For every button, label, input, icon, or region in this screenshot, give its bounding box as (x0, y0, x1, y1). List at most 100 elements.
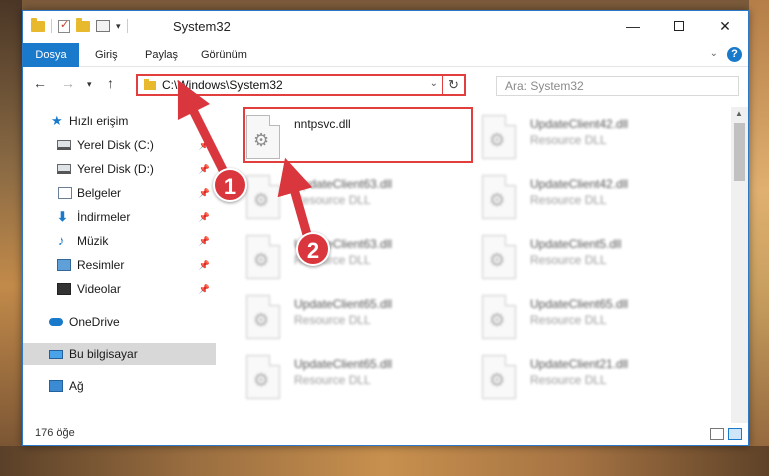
gear-icon: ⚙ (489, 310, 506, 330)
sidebar-item-downloads[interactable]: ⬇ İndirmeler 📌 (23, 206, 216, 228)
sidebar-item-music[interactable]: ♪ Müzik 📌 (23, 230, 216, 252)
sidebar-item-label: Yerel Disk (C:) (77, 138, 154, 152)
refresh-icon[interactable]: ↻ (442, 74, 464, 96)
sidebar-item-quick-access[interactable]: ★ Hızlı erişim (23, 110, 216, 132)
scroll-up-icon[interactable]: ▲ (735, 109, 743, 118)
dll-file-icon: ⚙ (246, 115, 280, 159)
help-icon[interactable]: ? (727, 47, 742, 62)
sidebar-item-label: Müzik (77, 234, 109, 248)
gear-icon: ⚙ (489, 190, 506, 210)
minimize-button[interactable]: — (610, 11, 656, 41)
file-tile[interactable]: ⚙ UpdateClient42.dll Resource DLL (468, 111, 688, 167)
address-dropdown-chevron-icon[interactable]: ⌄ (430, 78, 438, 89)
step-1-callout: 1 (213, 168, 247, 202)
dll-file-icon: ⚙ (482, 295, 516, 339)
maximize-button[interactable] (656, 11, 702, 41)
file-name: UpdateClient42.dll (530, 117, 629, 131)
file-tile[interactable]: ⚙ UpdateClient21.dll Resource DLL (468, 351, 688, 407)
forward-arrow-icon[interactable]: → (61, 75, 75, 91)
sidebar-item-videos[interactable]: Videolar 📌 (23, 278, 216, 300)
dll-file-icon: ⚙ (246, 355, 280, 399)
file-tile[interactable]: ⚙ UpdateClient63.dll Resource DLL (232, 171, 452, 227)
scrollbar-thumb[interactable] (734, 123, 745, 181)
downloads-icon: ⬇ (57, 209, 68, 224)
customize-toolbar-chevron-icon[interactable]: ▾ (116, 21, 121, 32)
address-bar[interactable]: C:\Windows\System32 ⌄ ↻ (136, 74, 466, 96)
file-tile[interactable]: ⚙ UpdateClient65.dll Resource DLL (232, 291, 452, 347)
desktop-background-bottom (0, 446, 769, 476)
drive-icon (57, 164, 71, 174)
file-explorer-window: ▾ System32 — ✕ Dosya Giriş Paylaş Görünü… (22, 10, 749, 446)
videos-icon (57, 283, 71, 295)
file-tile[interactable]: ⚙ UpdateClient65.dll Resource DLL (468, 291, 688, 347)
dll-file-icon: ⚙ (482, 355, 516, 399)
address-path[interactable]: C:\Windows\System32 (162, 78, 283, 92)
tab-home[interactable]: Giriş (83, 43, 130, 67)
step-2-callout: 2 (296, 232, 330, 266)
dll-file-icon: ⚙ (482, 175, 516, 219)
tab-share[interactable]: Paylaş (133, 43, 190, 67)
file-name: UpdateClient65.dll (530, 297, 629, 311)
expand-ribbon-chevron-icon[interactable]: ⌄ (710, 48, 718, 59)
up-arrow-icon[interactable]: ↑ (107, 75, 114, 91)
pictures-icon (57, 259, 71, 271)
sidebar-item-onedrive[interactable]: OneDrive (23, 311, 216, 333)
ribbon: Dosya Giriş Paylaş Görünüm ⌄ ? (23, 43, 748, 67)
file-name: UpdateClient21.dll (530, 357, 629, 371)
gear-icon: ⚙ (489, 250, 506, 270)
sidebar-item-local-disk-d[interactable]: Yerel Disk (D:) 📌 (23, 158, 216, 180)
search-placeholder: Ara: System32 (505, 79, 584, 93)
toolbar-divider (51, 19, 52, 33)
rename-icon[interactable] (96, 20, 110, 32)
pin-icon: 📌 (198, 283, 210, 294)
file-tile[interactable]: ⚙ UpdateClient5.dll Resource DLL (468, 231, 688, 287)
tab-file[interactable]: Dosya (23, 43, 79, 67)
pin-icon: 📌 (198, 259, 210, 270)
pin-icon: 📌 (198, 163, 210, 174)
item-count: 176 öğe (35, 427, 75, 439)
gear-icon: ⚙ (253, 190, 270, 210)
file-type: Resource DLL (530, 253, 607, 267)
folder-icon[interactable] (31, 17, 45, 32)
maximize-icon (674, 21, 684, 31)
file-name: UpdateClient65.dll (294, 357, 393, 371)
sidebar-item-label: OneDrive (69, 315, 120, 329)
close-button[interactable]: ✕ (702, 11, 748, 41)
drive-icon (57, 140, 71, 150)
file-type: Resource DLL (530, 313, 607, 327)
file-tile[interactable]: ⚙ UpdateClient63.dll Resource DLL (232, 231, 452, 287)
computer-icon (49, 349, 63, 359)
dll-file-icon: ⚙ (246, 235, 280, 279)
gear-icon: ⚙ (253, 370, 270, 390)
file-name: nntpsvc.dll (294, 117, 351, 131)
recent-locations-chevron-icon[interactable]: ▾ (87, 79, 92, 90)
pin-icon: 📌 (198, 139, 210, 150)
dll-file-icon: ⚙ (246, 175, 280, 219)
sidebar-item-label: Ağ (69, 379, 84, 393)
search-input[interactable]: Ara: System32 (496, 76, 739, 96)
vertical-scrollbar[interactable]: ▲ ▼ (731, 107, 748, 437)
file-tile[interactable]: ⚙ UpdateClient42.dll Resource DLL (468, 171, 688, 227)
sidebar-item-label: İndirmeler (77, 210, 131, 224)
large-icons-view-icon[interactable] (728, 428, 742, 440)
music-icon: ♪ (58, 233, 65, 248)
new-folder-icon[interactable] (76, 17, 90, 32)
properties-check-icon[interactable] (58, 18, 70, 33)
sidebar-item-label: Videolar (77, 282, 121, 296)
file-type: Resource DLL (530, 193, 607, 207)
pin-icon: 📌 (198, 187, 210, 198)
file-tile-nntpsvc[interactable]: ⚙ nntpsvc.dll (232, 111, 452, 167)
file-tile[interactable]: ⚙ UpdateClient65.dll Resource DLL (232, 351, 452, 407)
sidebar-item-local-disk-c[interactable]: Yerel Disk (C:) 📌 (23, 134, 216, 156)
window-title: System32 (173, 19, 231, 34)
file-name: UpdateClient42.dll (530, 177, 629, 191)
tab-view[interactable]: Görünüm (189, 43, 259, 67)
back-arrow-icon[interactable]: ← (33, 75, 47, 91)
sidebar-item-pictures[interactable]: Resimler 📌 (23, 254, 216, 276)
sidebar-item-documents[interactable]: Belgeler 📌 (23, 182, 216, 204)
file-type: Resource DLL (530, 373, 607, 387)
desktop-background-right (749, 0, 769, 476)
sidebar-item-this-pc[interactable]: Bu bilgisayar (23, 343, 216, 365)
sidebar-item-network[interactable]: Ağ (23, 375, 216, 397)
details-view-icon[interactable] (710, 428, 724, 440)
